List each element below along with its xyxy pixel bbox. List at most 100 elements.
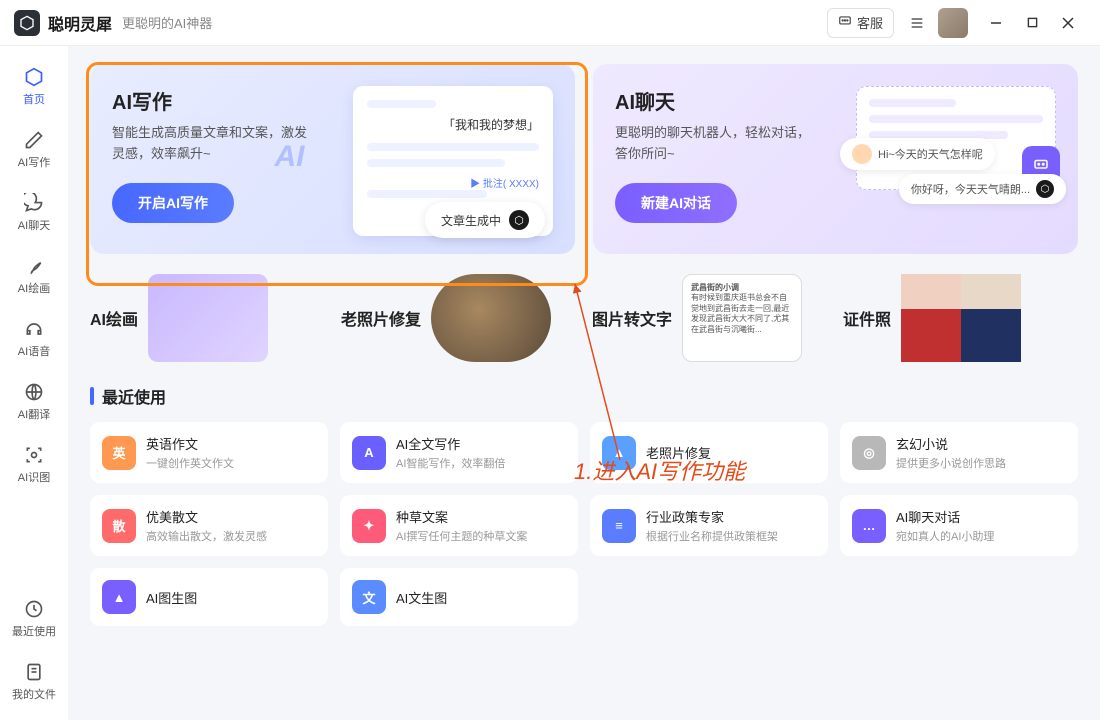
sidebar-item-label: AI绘画 (18, 280, 50, 296)
recent-title: 英语作文 (146, 434, 234, 453)
recent-heading: 最近使用 (90, 384, 1078, 408)
avatar-icon (852, 144, 872, 164)
recent-title: 行业政策专家 (646, 507, 778, 526)
hero-chat-desc: 更聪明的聊天机器人，轻松对话，答你所问~ (615, 123, 813, 165)
recent-item[interactable]: 英 英语作文 一键创作英文作文 (90, 422, 328, 483)
hero-writing-title: AI写作 (112, 86, 310, 115)
file-icon (23, 661, 45, 683)
chat-mock-panel: Hi~今天的天气怎样呢 你好呀，今天天气晴朗... ⬡ (856, 86, 1056, 190)
history-icon (23, 598, 45, 620)
generating-pill: 文章生成中 ⬡ (425, 202, 545, 238)
idphoto-thumb (901, 274, 1021, 362)
recent-icon: ◎ (852, 436, 886, 470)
photo-thumb (431, 274, 551, 362)
translate-icon (23, 381, 45, 403)
recent-item[interactable]: ≡ 行业政策专家 根据行业名称提供政策框架 (590, 495, 828, 556)
hero-card-writing[interactable]: AI写作 智能生成高质量文章和文案，激发灵感，效率飙升~ 开启AI写作 AI 「… (90, 64, 575, 254)
app-tagline: 更聪明的AI神器 (122, 13, 212, 32)
new-chat-button[interactable]: 新建AI对话 (615, 183, 737, 223)
recent-icon: ▲ (102, 580, 136, 614)
support-label: 客服 (857, 13, 883, 32)
recent-title: 种草文案 (396, 507, 527, 526)
sidebar-item-translate[interactable]: AI翻译 (6, 373, 62, 430)
sidebar-item-label: AI翻译 (18, 406, 50, 422)
feature-tile-ocr[interactable]: 图片转文字 武昌街的小调 有时候到重庆逛书总会不自觉地到武昌街去走一回,最近发现… (592, 274, 827, 362)
headset-icon (23, 318, 45, 340)
menu-button[interactable] (902, 8, 932, 38)
sidebar-item-label: 我的文件 (12, 686, 56, 702)
sidebar-item-label: AI写作 (18, 154, 50, 170)
sidebar-item-recent[interactable]: 最近使用 (6, 590, 62, 647)
titlebar: 聪明灵犀 更聪明的AI神器 客服 (0, 0, 1100, 46)
ai-badge: AI (274, 140, 304, 174)
recent-desc: 高效输出散文，激发灵感 (146, 528, 267, 544)
user-avatar[interactable] (938, 8, 968, 38)
recent-icon: A (352, 436, 386, 470)
recent-icon: 散 (102, 509, 136, 543)
close-button[interactable] (1050, 8, 1086, 38)
sidebar-item-label: AI聊天 (18, 217, 50, 233)
recent-item[interactable]: 散 优美散文 高效输出散文，激发灵感 (90, 495, 328, 556)
sidebar-item-label: 最近使用 (12, 623, 56, 639)
scan-icon (23, 444, 45, 466)
recent-item[interactable]: ▲ AI图生图 (90, 568, 328, 626)
recent-icon: … (852, 509, 886, 543)
recent-title: 玄幻小说 (896, 434, 1006, 453)
app-name: 聪明灵犀 (48, 11, 112, 35)
pen-icon (23, 129, 45, 151)
recent-title: AI全文写作 (396, 434, 505, 453)
recent-icon: ✦ (352, 509, 386, 543)
feature-title: 图片转文字 (592, 306, 672, 330)
recent-icon: 英 (102, 436, 136, 470)
sidebar-item-ocr[interactable]: AI识图 (6, 436, 62, 493)
chat-icon (23, 192, 45, 214)
recent-title: 优美散文 (146, 507, 267, 526)
sidebar-item-files[interactable]: 我的文件 (6, 653, 62, 710)
start-writing-button[interactable]: 开启AI写作 (112, 183, 234, 223)
recent-grid: 英 英语作文 一键创作英文作文 A AI全文写作 AI智能写作，效率翻倍 ▲ 老… (90, 422, 1078, 626)
recent-item[interactable]: ✦ 种草文案 AI撰写任何主题的种草文案 (340, 495, 578, 556)
sidebar-item-label: AI识图 (18, 469, 50, 485)
feature-tile-draw[interactable]: AI绘画 (90, 274, 325, 362)
recent-item[interactable]: … AI聊天对话 宛如真人的AI小助理 (840, 495, 1078, 556)
feature-title: AI绘画 (90, 306, 138, 330)
feature-tile-restore[interactable]: 老照片修复 (341, 274, 576, 362)
sidebar-item-label: AI语音 (18, 343, 50, 359)
sidebar-item-writing[interactable]: AI写作 (6, 121, 62, 178)
sidebar-item-home[interactable]: 首页 (6, 58, 62, 115)
support-button[interactable]: 客服 (827, 8, 894, 38)
chat-sample-bubble-2: 你好呀，今天天气晴朗... ⬡ (899, 174, 1066, 204)
recent-desc: 提供更多小说创作思路 (896, 455, 1006, 471)
recent-icon: 文 (352, 580, 386, 614)
sidebar-item-draw[interactable]: AI绘画 (6, 247, 62, 304)
recent-desc: 宛如真人的AI小助理 (896, 528, 994, 544)
recent-title: AI文生图 (396, 588, 447, 607)
recent-item[interactable]: 文 AI文生图 (340, 568, 578, 626)
main-content: AI写作 智能生成高质量文章和文案，激发灵感，效率飙升~ 开启AI写作 AI 「… (68, 46, 1100, 720)
recent-item[interactable]: ◎ 玄幻小说 提供更多小说创作思路 (840, 422, 1078, 483)
minimize-button[interactable] (978, 8, 1014, 38)
app-logo (14, 10, 40, 36)
hero-chat-title: AI聊天 (615, 86, 813, 115)
support-icon (838, 14, 852, 31)
chat-sample-bubble-1: Hi~今天的天气怎样呢 (840, 138, 995, 170)
recent-desc: AI撰写任何主题的种草文案 (396, 528, 527, 544)
feature-title: 老照片修复 (341, 306, 421, 330)
recent-title: AI聊天对话 (896, 507, 994, 526)
recent-title: AI图生图 (146, 588, 197, 607)
sidebar-item-chat[interactable]: AI聊天 (6, 184, 62, 241)
mock-note: ▶ 批注( XXXX) (367, 175, 539, 190)
recent-desc: 根据行业名称提供政策框架 (646, 528, 778, 544)
hex-icon: ⬡ (509, 210, 529, 230)
brush-icon (23, 255, 45, 277)
recent-icon: ≡ (602, 509, 636, 543)
ocr-thumb: 武昌街的小调 有时候到重庆逛书总会不自觉地到武昌街去走一回,最近发现武昌街大大不… (682, 274, 802, 362)
hero-card-chat[interactable]: AI聊天 更聪明的聊天机器人，轻松对话，答你所问~ 新建AI对话 (593, 64, 1078, 254)
recent-item[interactable]: A AI全文写作 AI智能写作，效率翻倍 (340, 422, 578, 483)
hex-icon: ⬡ (1036, 180, 1054, 198)
sidebar-item-label: 首页 (23, 91, 45, 107)
sidebar-item-voice[interactable]: AI语音 (6, 310, 62, 367)
recent-desc: AI智能写作，效率翻倍 (396, 455, 505, 471)
maximize-button[interactable] (1014, 8, 1050, 38)
feature-tile-idphoto[interactable]: 证件照 (843, 274, 1078, 362)
